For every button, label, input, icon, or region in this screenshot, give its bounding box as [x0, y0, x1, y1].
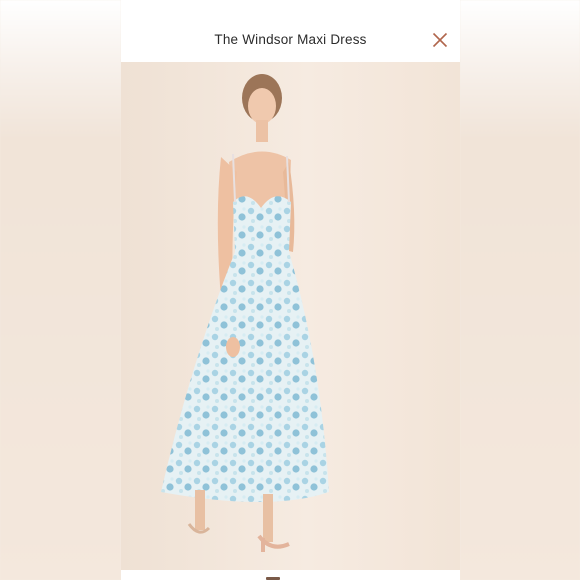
product-photo: [121, 62, 460, 570]
close-icon[interactable]: [432, 32, 448, 48]
bottom-strip: [121, 570, 460, 580]
modal-header: The Windsor Maxi Dress: [121, 0, 460, 62]
blurred-background-right: [460, 0, 580, 580]
product-title: The Windsor Maxi Dress: [214, 32, 367, 47]
blurred-background-left: [0, 0, 121, 580]
product-modal: The Windsor Maxi Dress: [121, 0, 460, 580]
